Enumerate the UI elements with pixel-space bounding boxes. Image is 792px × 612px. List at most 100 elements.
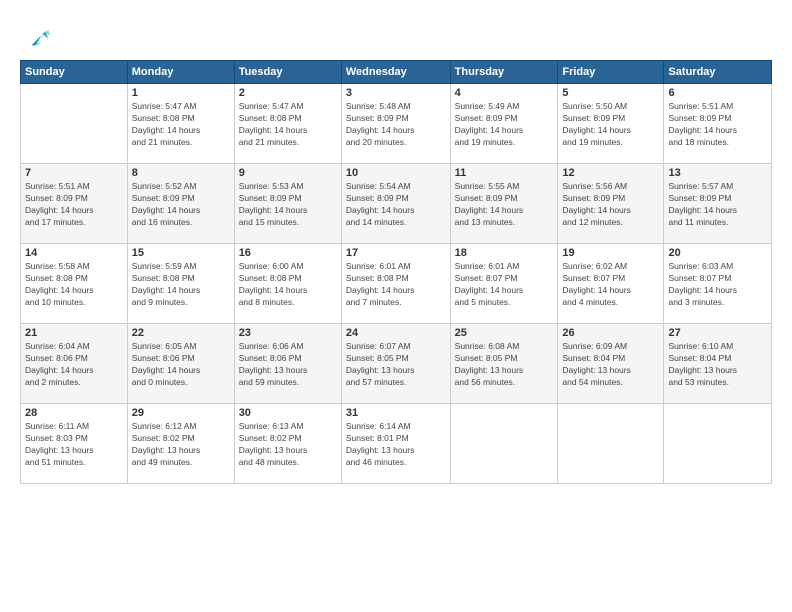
day-info: Sunrise: 5:51 AM Sunset: 8:09 PM Dayligh…: [25, 181, 123, 229]
calendar-cell: 24Sunrise: 6:07 AM Sunset: 8:05 PM Dayli…: [341, 324, 450, 404]
day-info: Sunrise: 5:55 AM Sunset: 8:09 PM Dayligh…: [455, 181, 554, 229]
day-header-saturday: Saturday: [664, 61, 772, 84]
day-info: Sunrise: 6:07 AM Sunset: 8:05 PM Dayligh…: [346, 341, 446, 389]
calendar-cell: 14 Sunrise: 5:58 AM Sunset: 8:08 PM Dayli…: [21, 244, 128, 324]
day-number: 10: [346, 167, 446, 179]
day-info: Sunrise: 5:57 AM Sunset: 8:09 PM Dayligh…: [668, 181, 767, 229]
calendar-cell: 27 Sunrise: 6:10 AM Sunset: 8:04 PM Dayli…: [664, 324, 772, 404]
day-number: 15: [132, 247, 230, 259]
calendar-cell: 19 Sunrise: 6:02 AM Sunset: 8:07 PM Dayli…: [558, 244, 664, 324]
calendar-cell: [664, 404, 772, 484]
calendar-cell: 7 Sunrise: 5:51 AM Sunset: 8:09 PM Daylig…: [21, 164, 128, 244]
week-row-5: 28 Sunrise: 6:11 AM Sunset: 8:03 PM Dayli…: [21, 404, 772, 484]
day-number: 30: [239, 407, 337, 419]
day-number: 1: [132, 87, 230, 99]
day-number: 25: [455, 327, 554, 339]
calendar-cell: 18 Sunrise: 6:01 AM Sunset: 8:07 PM Dayli…: [450, 244, 558, 324]
day-info: Sunrise: 6:00 AM Sunset: 8:08 PM Dayligh…: [239, 261, 337, 309]
day-info: Sunrise: 5:59 AM Sunset: 8:08 PM Dayligh…: [132, 261, 230, 309]
day-header-tuesday: Tuesday: [234, 61, 341, 84]
calendar-cell: 17 Sunrise: 6:01 AM Sunset: 8:08 PM Dayli…: [341, 244, 450, 324]
calendar-cell: [450, 404, 558, 484]
day-number: 4: [455, 87, 554, 99]
calendar-cell: 16 Sunrise: 6:00 AM Sunset: 8:08 PM Dayli…: [234, 244, 341, 324]
day-info: Sunrise: 6:14 AM Sunset: 8:01 PM Dayligh…: [346, 421, 446, 469]
day-info: Sunrise: 6:08 AM Sunset: 8:05 PM Dayligh…: [455, 341, 554, 389]
day-number: 11: [455, 167, 554, 179]
day-header-monday: Monday: [127, 61, 234, 84]
day-header-thursday: Thursday: [450, 61, 558, 84]
day-info: Sunrise: 6:11 AM Sunset: 8:03 PM Dayligh…: [25, 421, 123, 469]
calendar-cell: 8Sunrise: 5:52 AM Sunset: 8:09 PM Daylig…: [127, 164, 234, 244]
day-info: Sunrise: 6:13 AM Sunset: 8:02 PM Dayligh…: [239, 421, 337, 469]
calendar-cell: 1 Sunrise: 5:47 AM Sunset: 8:08 PM Daylig…: [127, 84, 234, 164]
week-row-2: 7 Sunrise: 5:51 AM Sunset: 8:09 PM Daylig…: [21, 164, 772, 244]
day-info: Sunrise: 5:50 AM Sunset: 8:09 PM Dayligh…: [562, 101, 659, 149]
calendar-cell: 30 Sunrise: 6:13 AM Sunset: 8:02 PM Dayli…: [234, 404, 341, 484]
day-number: 14: [25, 247, 123, 259]
day-number: 27: [668, 327, 767, 339]
day-info: Sunrise: 6:05 AM Sunset: 8:06 PM Dayligh…: [132, 341, 230, 389]
day-info: Sunrise: 6:02 AM Sunset: 8:07 PM Dayligh…: [562, 261, 659, 309]
day-number: 16: [239, 247, 337, 259]
day-number: 6: [668, 87, 767, 99]
day-info: Sunrise: 5:47 AM Sunset: 8:08 PM Dayligh…: [239, 101, 337, 149]
day-number: 26: [562, 327, 659, 339]
calendar-cell: 25 Sunrise: 6:08 AM Sunset: 8:05 PM Dayli…: [450, 324, 558, 404]
day-header-friday: Friday: [558, 61, 664, 84]
calendar-cell: 2 Sunrise: 5:47 AM Sunset: 8:08 PM Daylig…: [234, 84, 341, 164]
day-info: Sunrise: 5:54 AM Sunset: 8:09 PM Dayligh…: [346, 181, 446, 229]
calendar-cell: 15 Sunrise: 5:59 AM Sunset: 8:08 PM Dayli…: [127, 244, 234, 324]
day-info: Sunrise: 5:51 AM Sunset: 8:09 PM Dayligh…: [668, 101, 767, 149]
week-row-4: 21 Sunrise: 6:04 AM Sunset: 8:06 PM Dayli…: [21, 324, 772, 404]
calendar-cell: 20Sunrise: 6:03 AM Sunset: 8:07 PM Dayli…: [664, 244, 772, 324]
day-number: 28: [25, 407, 123, 419]
day-info: Sunrise: 5:52 AM Sunset: 8:09 PM Dayligh…: [132, 181, 230, 229]
day-info: Sunrise: 6:01 AM Sunset: 8:07 PM Dayligh…: [455, 261, 554, 309]
day-info: Sunrise: 6:10 AM Sunset: 8:04 PM Dayligh…: [668, 341, 767, 389]
day-info: Sunrise: 5:49 AM Sunset: 8:09 PM Dayligh…: [455, 101, 554, 149]
day-number: 13: [668, 167, 767, 179]
day-number: 23: [239, 327, 337, 339]
week-row-1: 1 Sunrise: 5:47 AM Sunset: 8:08 PM Daylig…: [21, 84, 772, 164]
calendar-cell: 21 Sunrise: 6:04 AM Sunset: 8:06 PM Dayli…: [21, 324, 128, 404]
day-number: 7: [25, 167, 123, 179]
day-info: Sunrise: 5:48 AM Sunset: 8:09 PM Dayligh…: [346, 101, 446, 149]
calendar-cell: 29 Sunrise: 6:12 AM Sunset: 8:02 PM Dayli…: [127, 404, 234, 484]
day-number: 18: [455, 247, 554, 259]
logo-icon: [22, 22, 50, 50]
day-header-wednesday: Wednesday: [341, 61, 450, 84]
day-info: Sunrise: 5:56 AM Sunset: 8:09 PM Dayligh…: [562, 181, 659, 229]
calendar-cell: 11 Sunrise: 5:55 AM Sunset: 8:09 PM Dayli…: [450, 164, 558, 244]
calendar-cell: 5 Sunrise: 5:50 AM Sunset: 8:09 PM Daylig…: [558, 84, 664, 164]
day-info: Sunrise: 6:09 AM Sunset: 8:04 PM Dayligh…: [562, 341, 659, 389]
day-number: 19: [562, 247, 659, 259]
day-info: Sunrise: 5:58 AM Sunset: 8:08 PM Dayligh…: [25, 261, 123, 309]
day-info: Sunrise: 6:12 AM Sunset: 8:02 PM Dayligh…: [132, 421, 230, 469]
calendar-cell: 12 Sunrise: 5:56 AM Sunset: 8:09 PM Dayli…: [558, 164, 664, 244]
calendar-cell: 3 Sunrise: 5:48 AM Sunset: 8:09 PM Daylig…: [341, 84, 450, 164]
day-info: Sunrise: 6:04 AM Sunset: 8:06 PM Dayligh…: [25, 341, 123, 389]
day-number: 17: [346, 247, 446, 259]
day-info: Sunrise: 5:47 AM Sunset: 8:08 PM Dayligh…: [132, 101, 230, 149]
calendar-cell: 6 Sunrise: 5:51 AM Sunset: 8:09 PM Daylig…: [664, 84, 772, 164]
day-info: Sunrise: 6:03 AM Sunset: 8:07 PM Dayligh…: [668, 261, 767, 309]
day-number: 29: [132, 407, 230, 419]
day-number: 31: [346, 407, 446, 419]
calendar-table: SundayMondayTuesdayWednesdayThursdayFrid…: [20, 60, 772, 484]
calendar-cell: 4 Sunrise: 5:49 AM Sunset: 8:09 PM Daylig…: [450, 84, 558, 164]
header: [20, 18, 772, 50]
day-number: 21: [25, 327, 123, 339]
day-info: Sunrise: 6:06 AM Sunset: 8:06 PM Dayligh…: [239, 341, 337, 389]
logo: [20, 22, 50, 50]
calendar-cell: 31 Sunrise: 6:14 AM Sunset: 8:01 PM Dayli…: [341, 404, 450, 484]
calendar-cell: 9Sunrise: 5:53 AM Sunset: 8:09 PM Daylig…: [234, 164, 341, 244]
calendar-cell: 13 Sunrise: 5:57 AM Sunset: 8:09 PM Dayli…: [664, 164, 772, 244]
calendar-cell: [558, 404, 664, 484]
day-number: 2: [239, 87, 337, 99]
day-number: 5: [562, 87, 659, 99]
day-number: 12: [562, 167, 659, 179]
calendar-cell: 23 Sunrise: 6:06 AM Sunset: 8:06 PM Dayli…: [234, 324, 341, 404]
day-info: Sunrise: 6:01 AM Sunset: 8:08 PM Dayligh…: [346, 261, 446, 309]
day-number: 3: [346, 87, 446, 99]
